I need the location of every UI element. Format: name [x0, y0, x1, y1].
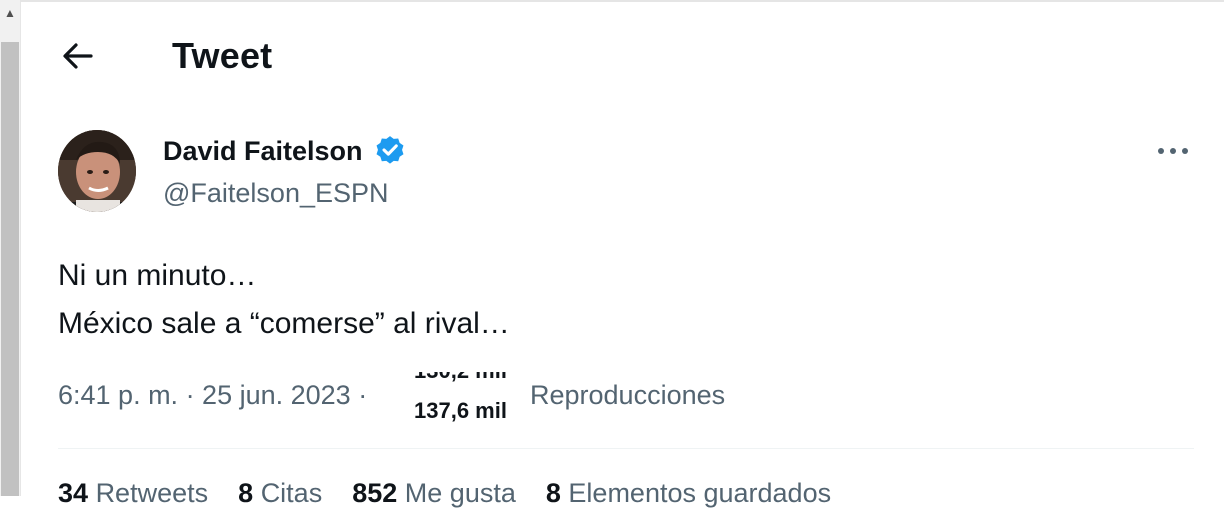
bookmarks-count: 8: [545, 478, 561, 508]
retweets-stat[interactable]: 34 Retweets: [58, 478, 208, 508]
back-button[interactable]: [56, 34, 100, 78]
bookmarks-label: Elementos guardados: [568, 478, 832, 508]
scrollbar[interactable]: ▲: [0, 0, 21, 496]
views-count-rolling: 130,2 mil 137,6 mil: [408, 372, 528, 422]
tweet-timestamp[interactable]: 6:41 p. m. · 25 jun. 2023 ·: [58, 380, 367, 411]
likes-stat[interactable]: 852 Me gusta: [352, 478, 516, 508]
more-options-button[interactable]: [1150, 136, 1196, 166]
bookmarks-stat[interactable]: 8 Elementos guardados: [546, 478, 831, 508]
scrollbar-thumb[interactable]: [1, 42, 19, 496]
retweets-label: Retweets: [95, 478, 209, 508]
likes-label: Me gusta: [404, 478, 516, 508]
views-label: Reproducciones: [530, 380, 726, 410]
author-display-name[interactable]: David Faitelson: [163, 133, 363, 169]
top-border: [20, 0, 1224, 2]
tweet-metadata: 6:41 p. m. · 25 jun. 2023 · 130,2 mil 13…: [58, 372, 858, 422]
header: Tweet: [20, 22, 1224, 92]
author-name-row[interactable]: David Faitelson: [163, 133, 407, 169]
avatar[interactable]: [58, 130, 136, 212]
tweet-text-line: Ni un minuto…: [58, 259, 257, 292]
page-title: Tweet: [172, 35, 273, 76]
quotes-label: Citas: [260, 478, 323, 508]
likes-count: 852: [352, 478, 398, 508]
engagement-stats: 34 Retweets 8 Citas 852 Me gusta 8 Eleme…: [58, 478, 831, 508]
quotes-count: 8: [238, 478, 254, 508]
views-count: 137,6 mil: [414, 398, 507, 422]
retweets-count: 34: [58, 478, 89, 508]
views-count-previous: 130,2 mil: [414, 372, 507, 384]
author-handle[interactable]: @Faitelson_ESPN: [163, 175, 389, 211]
verified-badge-icon[interactable]: [373, 134, 407, 168]
arrow-left-icon: [63, 43, 93, 69]
more-horizontal-icon: [1158, 148, 1188, 154]
tweet-text: Ni un minuto… México sale a “comerse” al…: [58, 252, 510, 348]
tweet-text-line: México sale a “comerse” al rival…: [58, 307, 510, 340]
avatar-photo-image: [58, 130, 136, 212]
quotes-stat[interactable]: 8 Citas: [238, 478, 322, 508]
divider: [58, 448, 1194, 449]
scroll-up-arrow-icon[interactable]: ▲: [0, 0, 20, 40]
